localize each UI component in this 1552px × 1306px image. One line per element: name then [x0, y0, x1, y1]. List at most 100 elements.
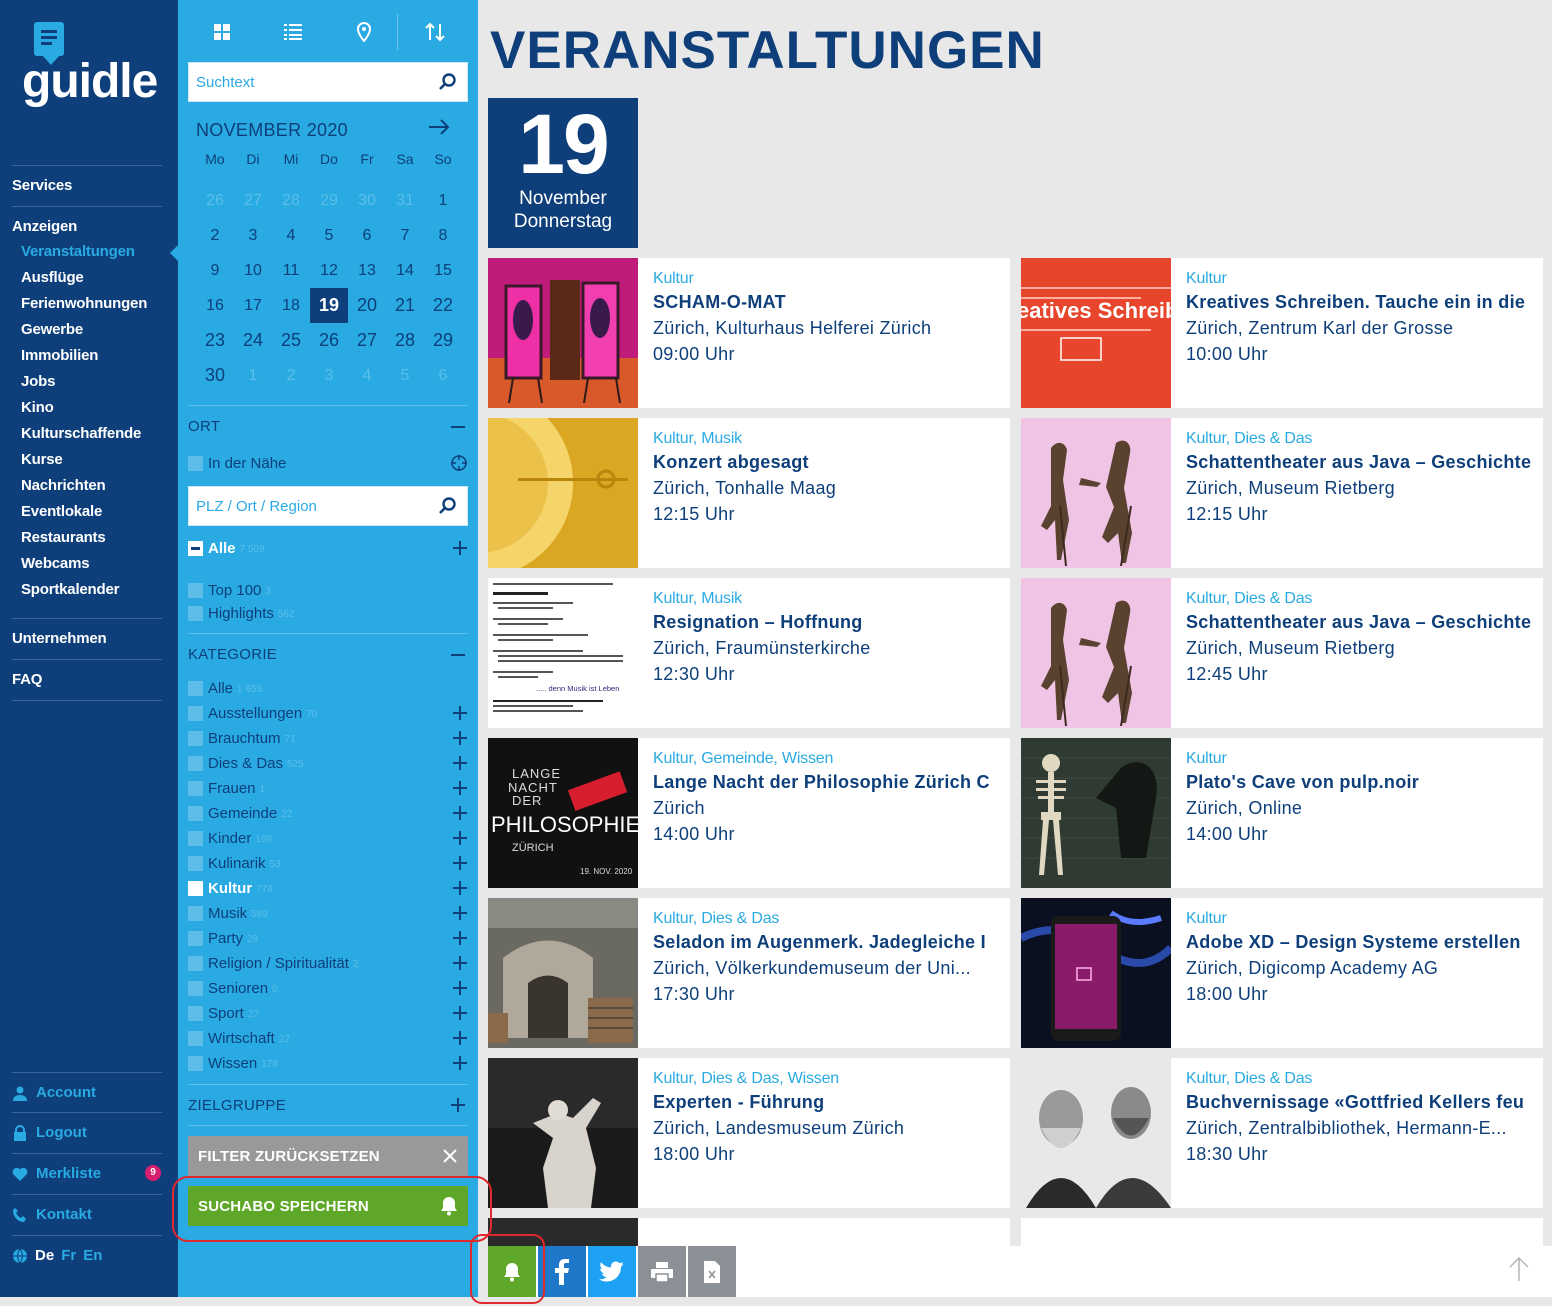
calendar-day[interactable]: 28: [386, 323, 424, 358]
kategorie-heading[interactable]: KATEGORIE: [188, 646, 277, 663]
checkbox[interactable]: [188, 805, 203, 821]
scroll-to-top-icon[interactable]: [1508, 1256, 1530, 1282]
nav-item-kurse[interactable]: Kurse: [21, 451, 63, 468]
calendar-day[interactable]: 14: [386, 253, 424, 288]
tab-grid-view[interactable]: [186, 10, 257, 54]
event-title[interactable]: Schattentheater aus Java – Geschichte: [1186, 612, 1531, 633]
plus-icon[interactable]: [452, 930, 468, 946]
checkbox[interactable]: [188, 705, 203, 721]
event-card[interactable]: Kultur Plato's Cave von pulp.noir Zürich, …: [1021, 738, 1543, 888]
event-card[interactable]: Kultur, Dies & Das Buchvernissage «Gottfr…: [1021, 1058, 1543, 1208]
kategorie-option[interactable]: Religion / Spiritualität 2: [188, 953, 468, 973]
lang-en[interactable]: En: [83, 1247, 102, 1264]
nav-item-ausfluege[interactable]: Ausflüge: [21, 269, 84, 286]
lang-fr[interactable]: Fr: [61, 1247, 76, 1264]
kategorie-option[interactable]: Brauchtum 71: [188, 728, 468, 748]
arrow-right-icon[interactable]: [428, 118, 450, 136]
checkbox[interactable]: [188, 1030, 203, 1046]
event-card[interactable]: eatives Schreib Kultur Kreatives Schreiben…: [1021, 258, 1543, 408]
calendar-day[interactable]: 24: [234, 323, 272, 358]
place-input[interactable]: PLZ / Ort / Region: [188, 486, 468, 526]
nav-item-gewerbe[interactable]: Gewerbe: [21, 321, 83, 338]
kategorie-option[interactable]: Dies & Das 525: [188, 753, 468, 773]
collapse-icon[interactable]: [451, 654, 465, 656]
event-title[interactable]: SCHAM-O-MAT: [653, 292, 998, 313]
plus-icon[interactable]: [452, 705, 468, 721]
event-image[interactable]: [1021, 1058, 1171, 1208]
event-card[interactable]: Kultur, Dies & Das Schattentheater aus Ja…: [1021, 578, 1543, 728]
checkbox[interactable]: [188, 455, 203, 471]
checkbox[interactable]: [188, 880, 203, 896]
kategorie-option[interactable]: Alle 1 655: [188, 678, 468, 698]
calendar-day[interactable]: 13: [348, 253, 386, 288]
plus-icon[interactable]: [452, 955, 468, 971]
plus-icon[interactable]: [452, 830, 468, 846]
kategorie-option[interactable]: Kultur 774: [188, 878, 468, 898]
nav-item-webcams[interactable]: Webcams: [21, 555, 90, 572]
nav-item-immobilien[interactable]: Immobilien: [21, 347, 98, 364]
nav-item-nachrichten[interactable]: Nachrichten: [21, 477, 106, 494]
plus-icon[interactable]: [452, 905, 468, 921]
nav-item-restaurants[interactable]: Restaurants: [21, 529, 106, 546]
calendar-day[interactable]: 30: [196, 358, 234, 393]
facebook-share-button[interactable]: [538, 1246, 586, 1297]
zielgruppe-heading[interactable]: ZIELGRUPPE: [188, 1097, 286, 1114]
event-card[interactable]: Kultur, Dies & Das, Wissen Experten - Füh…: [488, 1058, 1010, 1208]
print-button[interactable]: [638, 1246, 686, 1297]
kategorie-option[interactable]: Party 28: [188, 928, 468, 948]
plus-icon[interactable]: [452, 1055, 468, 1071]
event-image[interactable]: [1021, 578, 1171, 728]
event-card[interactable]: Kultur SCHAM-O-MAT Zürich, Kulturhaus Helf…: [488, 258, 1010, 408]
event-card-partial[interactable]: [1021, 1218, 1543, 1246]
merkliste-link[interactable]: Merkliste: [12, 1165, 101, 1182]
collapse-icon[interactable]: [451, 426, 465, 428]
event-card[interactable]: Kultur Adobe XD – Design Systeme erstelle…: [1021, 898, 1543, 1048]
event-card[interactable]: Kultur, Musik Konzert abgesagt Zürich, Ton…: [488, 418, 1010, 568]
kategorie-option[interactable]: Kinder 169: [188, 828, 468, 848]
guidle-logo[interactable]: guidle: [22, 22, 158, 122]
kategorie-option[interactable]: Senioren 0: [188, 978, 468, 998]
event-image[interactable]: [488, 898, 638, 1048]
kategorie-option[interactable]: Frauen 1: [188, 778, 468, 798]
nav-item-veranstaltungen[interactable]: Veranstaltungen: [21, 243, 135, 260]
checkbox[interactable]: [188, 830, 203, 846]
checkbox[interactable]: [188, 930, 203, 946]
search-icon[interactable]: [439, 497, 457, 515]
checkbox[interactable]: [188, 755, 203, 771]
save-search-subscription-button[interactable]: SUCHABO SPEICHERN: [188, 1186, 468, 1226]
event-image[interactable]: [488, 258, 638, 408]
calendar-day[interactable]: 22: [424, 288, 462, 323]
calendar-day[interactable]: 4: [272, 218, 310, 253]
event-card[interactable]: ..... denn Musik ist Leben Kultur, Musik R…: [488, 578, 1010, 728]
ort-option-highlights[interactable]: Highlights 562: [188, 603, 468, 623]
plus-icon[interactable]: [452, 980, 468, 996]
kategorie-option[interactable]: Ausstellungen 70: [188, 703, 468, 723]
tab-list-view[interactable]: [257, 10, 328, 54]
calendar-day[interactable]: 20: [348, 288, 386, 323]
nav-item-jobs[interactable]: Jobs: [21, 373, 55, 390]
plus-icon[interactable]: [452, 780, 468, 796]
kontakt-link[interactable]: Kontakt: [12, 1206, 92, 1223]
plus-icon[interactable]: [452, 880, 468, 896]
event-title[interactable]: Experten - Führung: [653, 1092, 998, 1113]
checkbox[interactable]: [188, 955, 203, 971]
plus-icon[interactable]: [450, 1097, 466, 1113]
ort-all-option[interactable]: Alle 7 509: [188, 538, 468, 558]
event-title[interactable]: Plato's Cave von pulp.noir: [1186, 772, 1531, 793]
event-title[interactable]: Konzert abgesagt: [653, 452, 998, 473]
checkbox[interactable]: [188, 605, 203, 621]
ort-heading[interactable]: ORT: [188, 418, 220, 435]
event-image[interactable]: [488, 1058, 638, 1208]
plus-icon[interactable]: [452, 805, 468, 821]
calendar-day[interactable]: 1: [424, 183, 462, 218]
event-title[interactable]: Seladon im Augenmerk. Jadegleiche I: [653, 932, 998, 953]
plus-icon[interactable]: [452, 755, 468, 771]
kategorie-option[interactable]: Sport 27: [188, 1003, 468, 1023]
calendar-day[interactable]: 2: [196, 218, 234, 253]
event-card[interactable]: Kultur, Dies & Das Seladon im Augenmerk. …: [488, 898, 1010, 1048]
calendar-day[interactable]: 11: [272, 253, 310, 288]
nav-item-faq[interactable]: FAQ: [12, 671, 42, 688]
event-image[interactable]: [1021, 738, 1171, 888]
calendar-day[interactable]: 25: [272, 323, 310, 358]
event-image[interactable]: ..... denn Musik ist Leben: [488, 578, 638, 728]
